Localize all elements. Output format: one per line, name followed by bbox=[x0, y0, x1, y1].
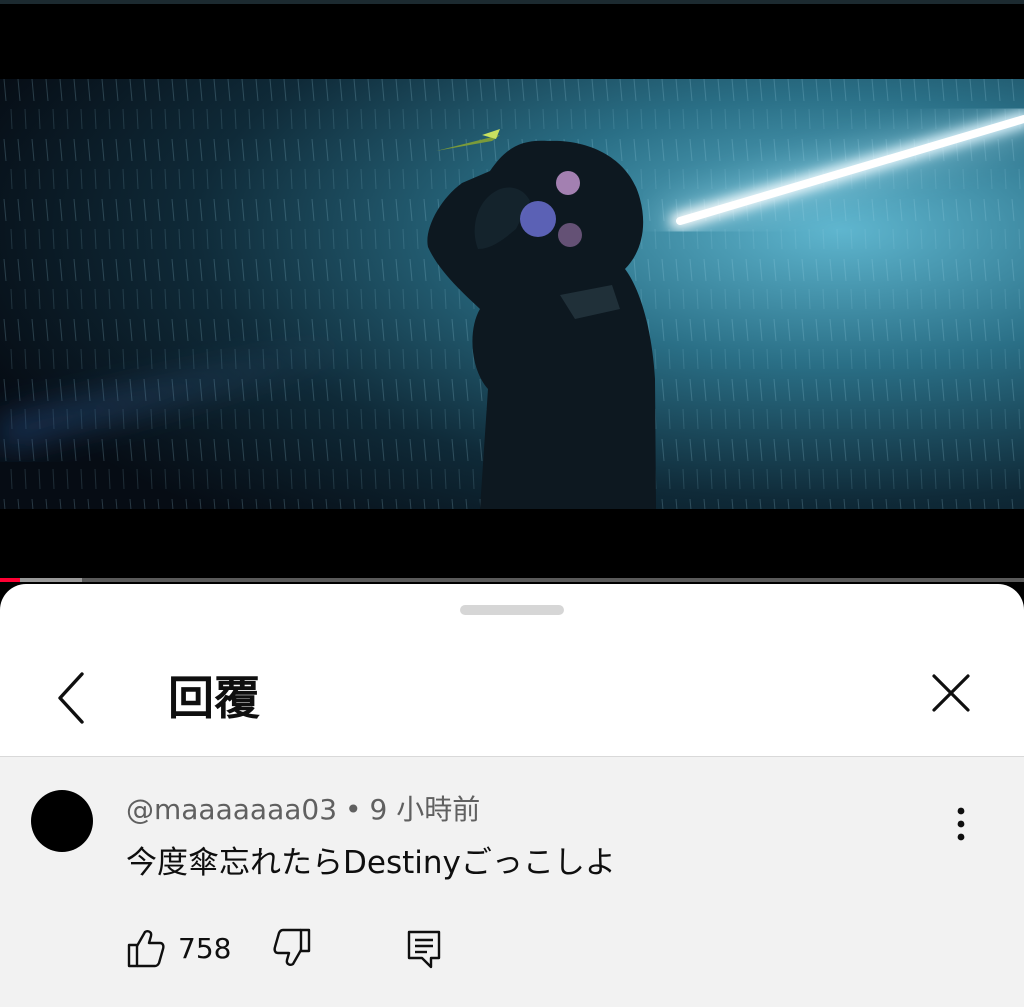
reply-button[interactable] bbox=[404, 927, 444, 971]
replies-sheet: 回覆 @maaaaaaa03 • 9 小時前 今度傘忘れたらDestinyごっこしよ bbox=[0, 584, 1024, 1007]
video-top-edge bbox=[0, 0, 1024, 4]
video-player[interactable] bbox=[0, 0, 1024, 584]
more-vertical-icon bbox=[957, 807, 965, 841]
meta-separator: • bbox=[345, 793, 362, 826]
close-button[interactable] bbox=[922, 664, 982, 724]
reply-icon bbox=[407, 930, 441, 969]
progress-played bbox=[0, 578, 20, 582]
comment-author[interactable]: @maaaaaaa03 bbox=[126, 793, 337, 826]
thumbs-up-icon bbox=[127, 930, 165, 968]
back-button[interactable] bbox=[44, 662, 100, 732]
comment-time: 9 小時前 bbox=[369, 793, 481, 826]
like-count: 758 bbox=[178, 932, 232, 965]
sheet-title: 回覆 bbox=[168, 671, 260, 725]
sheet-header: 回覆 bbox=[0, 642, 1024, 756]
dislike-button[interactable] bbox=[272, 927, 312, 969]
app-root: 回覆 @maaaaaaa03 • 9 小時前 今度傘忘れたらDestinyごっこしよ bbox=[0, 0, 1024, 1007]
video-still bbox=[0, 79, 1024, 509]
close-icon bbox=[932, 674, 970, 712]
progress-track[interactable] bbox=[0, 578, 1024, 582]
comment-meta: @maaaaaaa03 • 9 小時前 bbox=[126, 791, 480, 829]
drag-handle[interactable] bbox=[460, 605, 564, 615]
video-frame[interactable] bbox=[0, 79, 1024, 509]
comment-actions: 758 bbox=[126, 925, 726, 977]
like-button[interactable] bbox=[126, 927, 166, 969]
comment-item: @maaaaaaa03•9 小時前 今度傘忘れたらDestinyごっこしよ bbox=[0, 757, 1024, 1007]
avatar[interactable] bbox=[31, 790, 93, 852]
thumbs-down-icon bbox=[273, 928, 311, 966]
more-options-button[interactable] bbox=[944, 799, 978, 849]
comment-text: 今度傘忘れたらDestinyごっこしよ bbox=[126, 845, 616, 881]
chevron-left-icon bbox=[58, 672, 84, 724]
